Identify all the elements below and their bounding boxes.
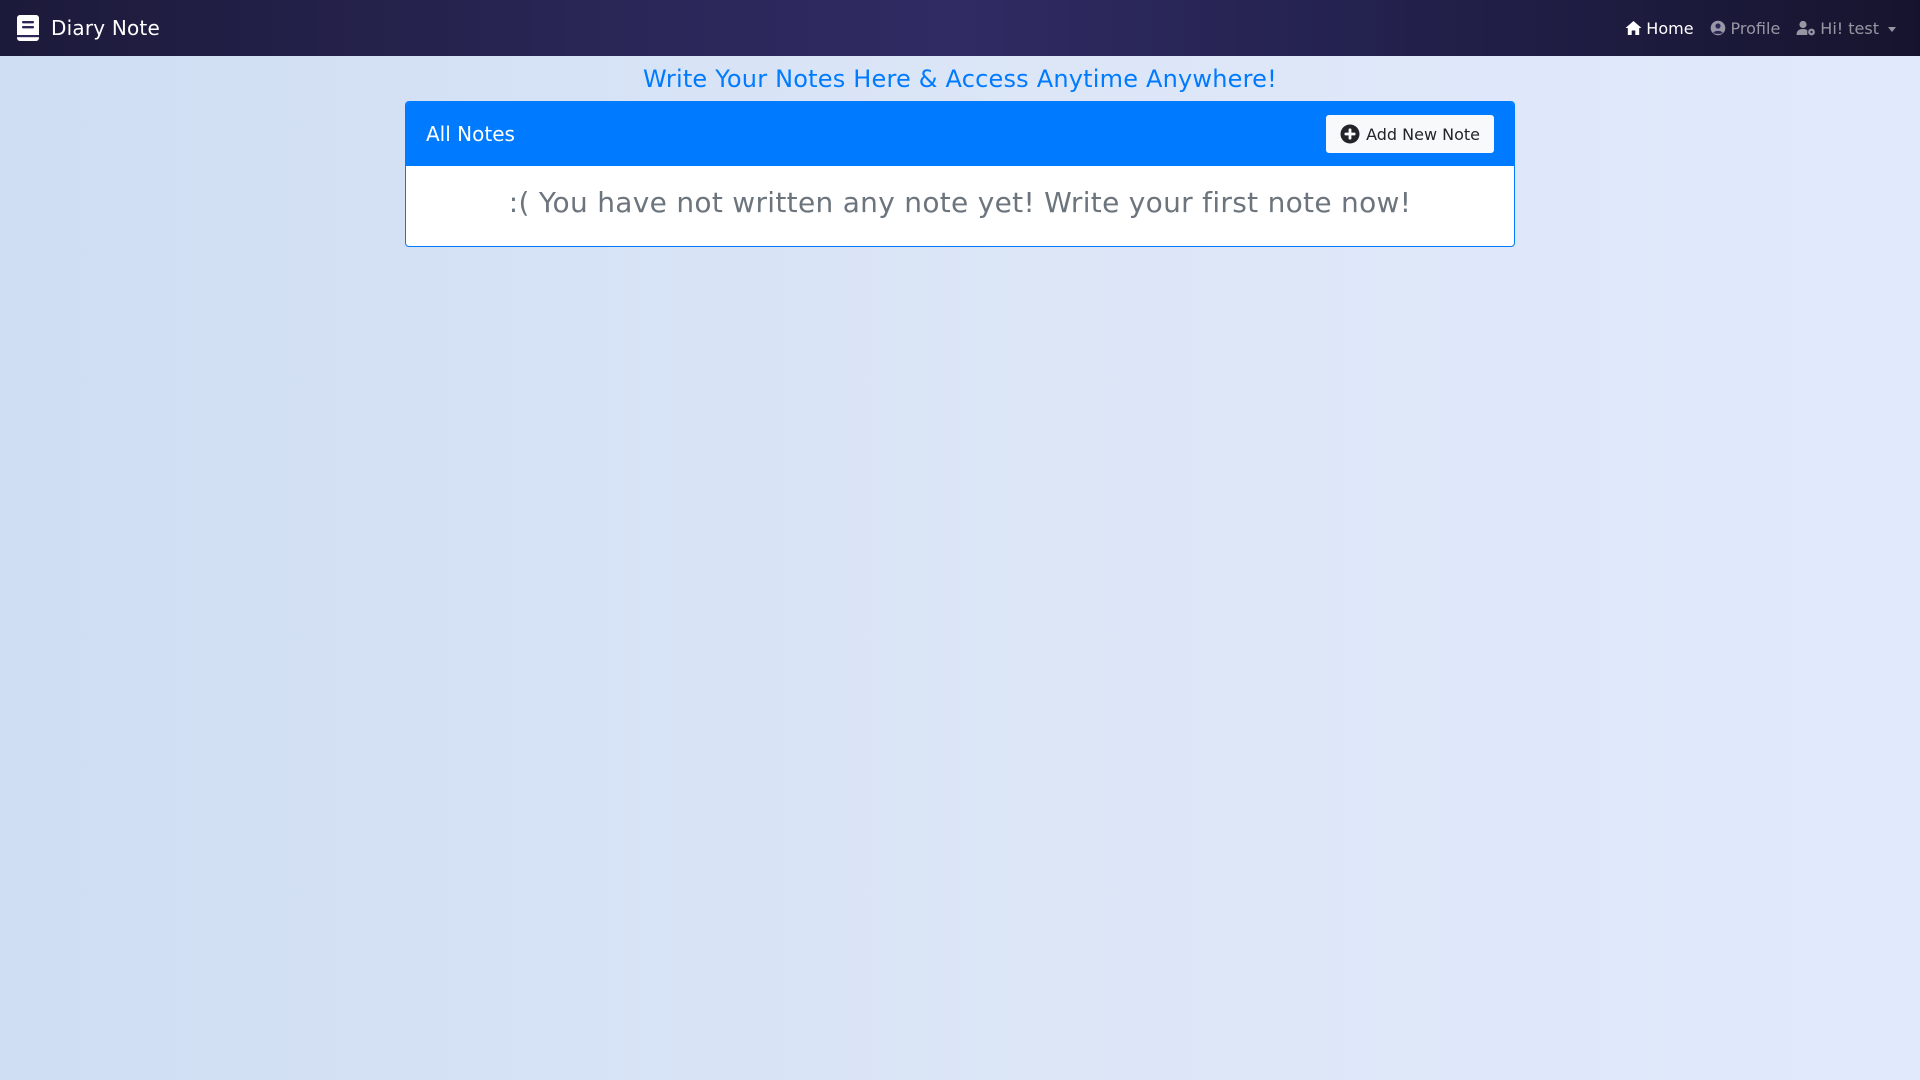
notes-card-title: All Notes	[426, 122, 515, 146]
brand-name: Diary Note	[51, 16, 160, 40]
notes-card-body: :( You have not written any note yet! Wr…	[406, 166, 1514, 246]
chevron-down-icon	[1888, 26, 1896, 32]
nav-user-dropdown[interactable]: Hi! test	[1788, 0, 1904, 56]
user-cog-icon	[1796, 20, 1816, 36]
notes-card-header: All Notes Add New Note	[406, 102, 1514, 166]
nav-home-label: Home	[1646, 18, 1694, 38]
nav-home-link[interactable]: Home	[1617, 0, 1701, 56]
add-new-note-label: Add New Note	[1366, 124, 1480, 144]
plus-circle-icon	[1340, 124, 1360, 144]
empty-notes-message: :( You have not written any note yet! Wr…	[508, 185, 1412, 219]
page-headline: Write Your Notes Here & Access Anytime A…	[643, 65, 1277, 93]
nav-user-label: Hi! test	[1820, 18, 1879, 38]
nav-profile-label: Profile	[1730, 18, 1781, 38]
notes-card: All Notes Add New Note :( You have not w…	[405, 101, 1515, 247]
brand-link[interactable]: Diary Note	[16, 14, 160, 42]
nav-links: Home Profile Hi! test	[1617, 0, 1904, 56]
user-circle-icon	[1710, 20, 1727, 36]
add-new-note-button[interactable]: Add New Note	[1326, 115, 1494, 153]
top-navbar: Diary Note Home Profile Hi! test	[0, 0, 1920, 56]
book-icon	[16, 14, 40, 42]
nav-profile-link[interactable]: Profile	[1702, 0, 1789, 56]
home-icon	[1625, 20, 1642, 36]
